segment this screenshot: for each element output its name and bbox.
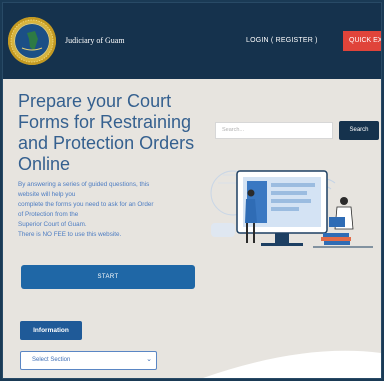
search-input[interactable]: Search...	[215, 122, 333, 139]
judiciary-seal-icon[interactable]	[8, 17, 56, 65]
hero-description: By answering a series of guided question…	[18, 180, 203, 240]
brand-name[interactable]: Judiciary of Guam	[65, 36, 125, 45]
start-button[interactable]: START	[21, 265, 195, 289]
description-line: complete the forms you need to ask for a…	[18, 201, 154, 208]
decorative-wave	[203, 350, 381, 378]
search-placeholder: Search...	[222, 127, 245, 133]
page-title: Prepare your Court Forms for Restraining…	[18, 91, 195, 174]
description-line: of Protection from the	[18, 211, 79, 218]
computer-user-illustration	[210, 170, 373, 248]
site-header: Judiciary of Guam LOGIN ( REGISTER ) QUI…	[3, 3, 381, 79]
description-line: By answering a series of guided question…	[18, 181, 150, 188]
quick-exit-button[interactable]: QUICK EXIT	[343, 31, 381, 51]
description-line: There is NO FEE to use this website.	[18, 231, 122, 238]
search-button[interactable]: Search	[339, 121, 379, 140]
page-frame: Judiciary of Guam LOGIN ( REGISTER ) QUI…	[3, 3, 381, 378]
login-register-link[interactable]: LOGIN ( REGISTER )	[246, 37, 318, 44]
description-line: website will help you	[18, 191, 76, 198]
description-line: Superior Court of Guam.	[18, 221, 87, 228]
